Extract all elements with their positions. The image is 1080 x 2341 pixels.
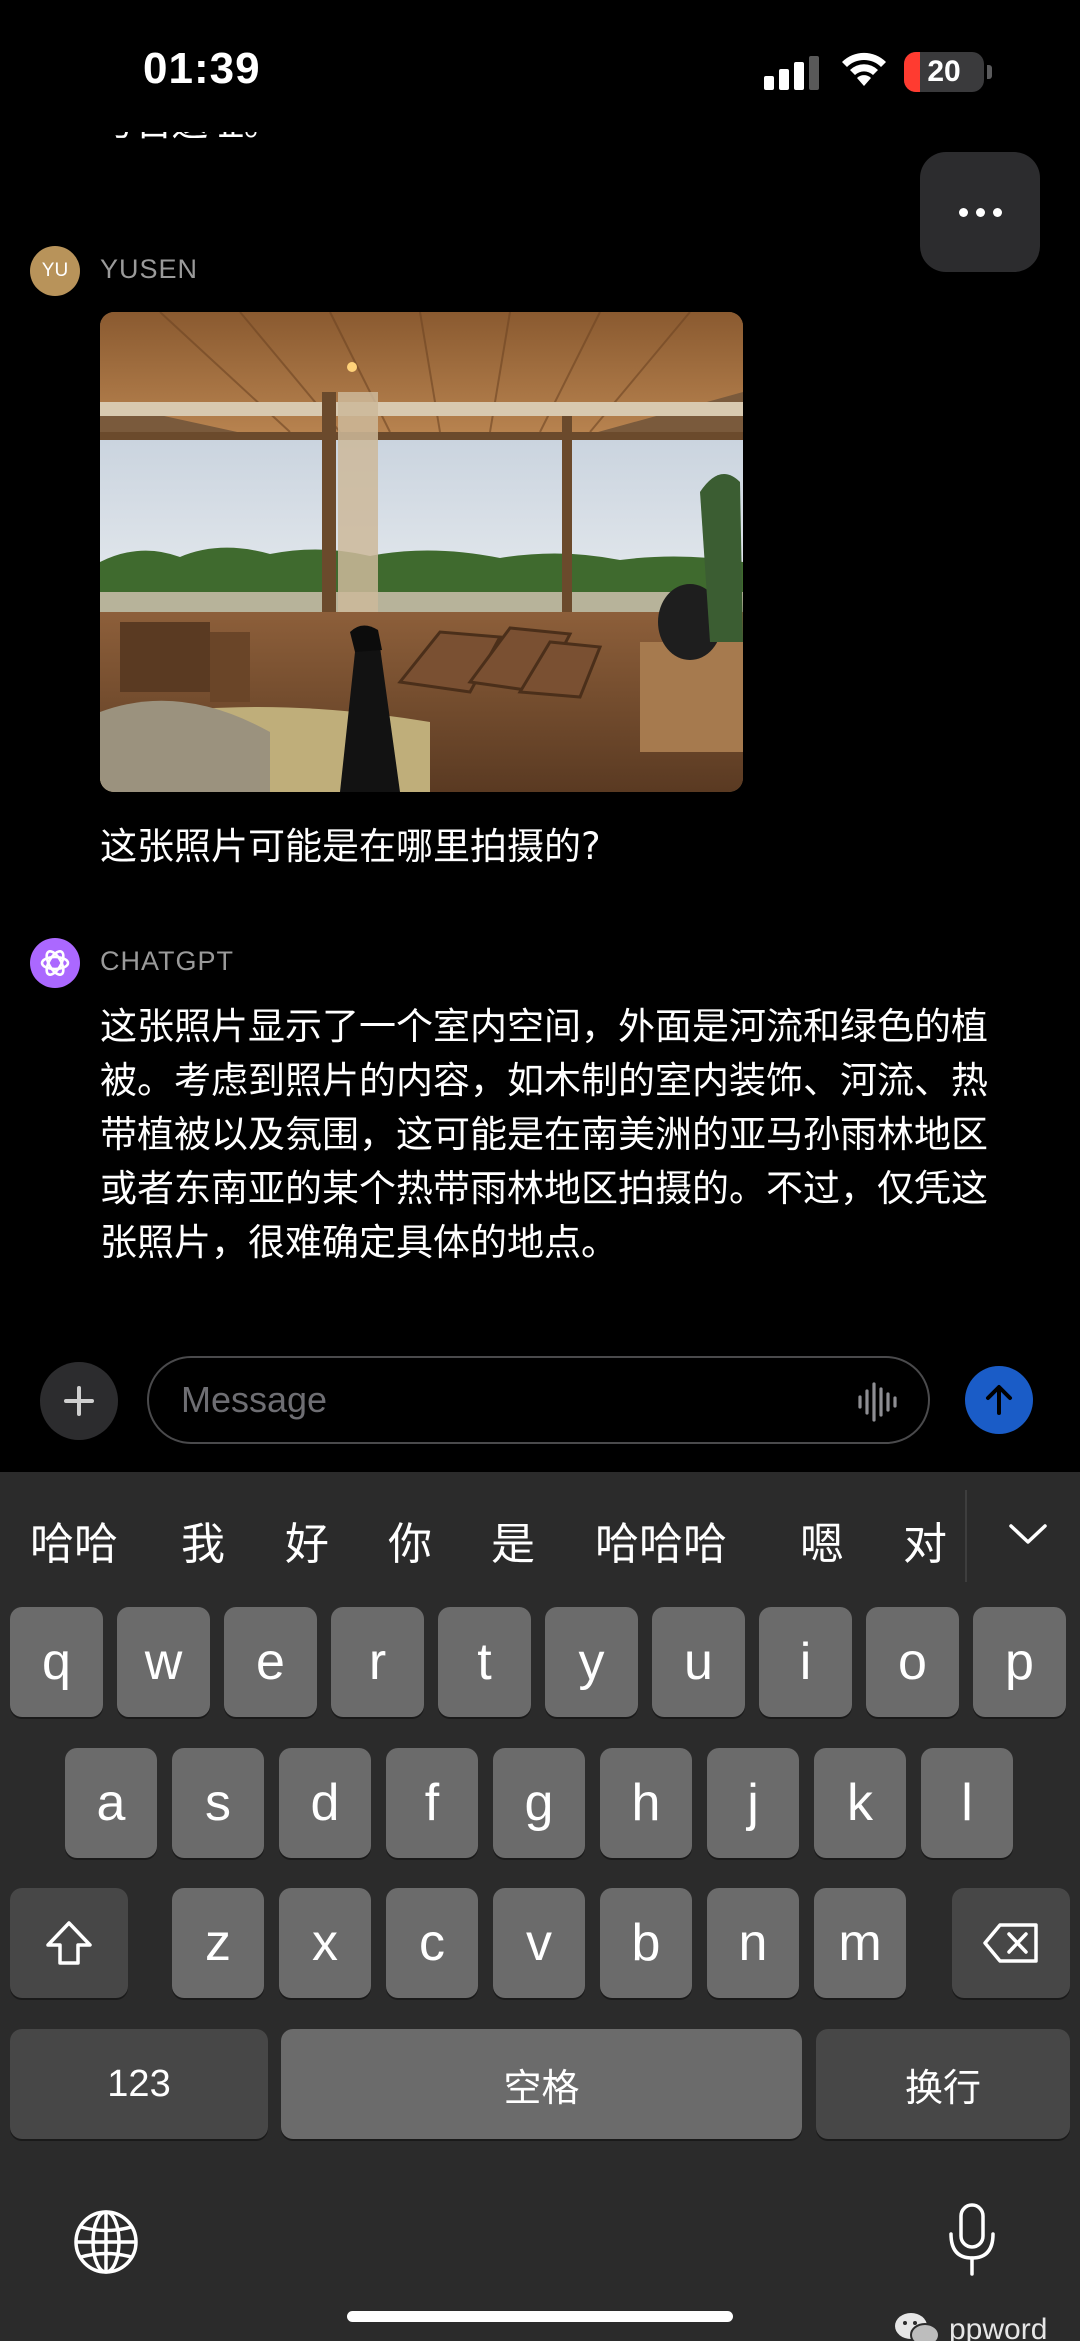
- key-q[interactable]: q: [10, 1607, 103, 1717]
- voice-waveform-icon[interactable]: [856, 1380, 900, 1424]
- backspace-icon: [983, 1923, 1038, 1963]
- key-h[interactable]: h: [600, 1748, 692, 1858]
- key-s[interactable]: s: [172, 1748, 264, 1858]
- battery-level-text: 20: [927, 55, 961, 88]
- key-c[interactable]: c: [386, 1888, 478, 1998]
- status-bar: 01:39 20: [0, 0, 1080, 140]
- shift-key[interactable]: [10, 1888, 128, 1998]
- home-indicator[interactable]: [347, 2311, 733, 2322]
- more-options-button[interactable]: [920, 152, 1040, 272]
- key-f[interactable]: f: [386, 1748, 478, 1858]
- attached-photo[interactable]: [100, 312, 743, 792]
- key-l[interactable]: l: [921, 1748, 1013, 1858]
- candidate-word[interactable]: 哈哈: [30, 1508, 118, 1572]
- candidate-word[interactable]: 你: [388, 1508, 432, 1572]
- key-m[interactable]: m: [814, 1888, 906, 1998]
- previous-message-fragment: 考古遗址。: [100, 132, 700, 170]
- numbers-key[interactable]: 123: [10, 2029, 268, 2139]
- key-r[interactable]: r: [331, 1607, 424, 1717]
- status-time: 01:39: [143, 44, 261, 93]
- keyboard: 哈哈 我 好 你 是 哈哈哈 嗯 对 q w e r t y u i o p a…: [0, 1472, 1080, 2341]
- key-g[interactable]: g: [493, 1748, 585, 1858]
- key-z[interactable]: z: [172, 1888, 264, 1998]
- cellular-signal-icon: [764, 56, 819, 90]
- chatgpt-avatar: [30, 938, 80, 988]
- candidate-word[interactable]: 哈哈哈: [595, 1508, 727, 1572]
- microphone-icon[interactable]: [946, 2202, 998, 2278]
- arrow-up-icon: [986, 1385, 1012, 1415]
- candidate-word[interactable]: 嗯: [800, 1508, 844, 1572]
- candidate-word[interactable]: 好: [285, 1508, 329, 1572]
- key-o[interactable]: o: [866, 1607, 959, 1717]
- candidate-word[interactable]: 是: [491, 1508, 535, 1572]
- user-name: YUSEN: [100, 254, 199, 284]
- candidate-word[interactable]: 我: [181, 1508, 225, 1572]
- more-dots-icon: [958, 207, 968, 217]
- chevron-down-icon: [1009, 1524, 1047, 1544]
- globe-icon[interactable]: [72, 2208, 140, 2276]
- key-p[interactable]: p: [973, 1607, 1066, 1717]
- plus-icon: [64, 1386, 94, 1416]
- battery-indicator: 20: [904, 52, 992, 92]
- key-t[interactable]: t: [438, 1607, 531, 1717]
- user-avatar: YU: [30, 246, 80, 296]
- key-b[interactable]: b: [600, 1888, 692, 1998]
- key-u[interactable]: u: [652, 1607, 745, 1717]
- user-message: 这张照片可能是在哪里拍摄的?: [100, 825, 601, 868]
- key-e[interactable]: e: [224, 1607, 317, 1717]
- watermark: ppword: [893, 2311, 1047, 2341]
- assistant-message: 这张照片显示了一个室内空间，外面是河流和绿色的植被。考虑到照片的内容，如木制的室…: [100, 1005, 988, 1264]
- send-button[interactable]: [965, 1366, 1033, 1434]
- assistant-name: CHATGPT: [100, 946, 234, 976]
- backspace-key[interactable]: [952, 1888, 1070, 1998]
- key-j[interactable]: j: [707, 1748, 799, 1858]
- key-i[interactable]: i: [759, 1607, 852, 1717]
- wechat-logo-icon: [895, 2313, 940, 2341]
- wifi-icon: [842, 52, 886, 86]
- candidate-bar: 哈哈 我 好 你 是 哈哈哈 嗯 对: [0, 1472, 1080, 1602]
- key-w[interactable]: w: [117, 1607, 210, 1717]
- message-field[interactable]: [147, 1356, 930, 1444]
- message-input[interactable]: [181, 1358, 861, 1442]
- key-d[interactable]: d: [279, 1748, 371, 1858]
- attach-button[interactable]: [40, 1362, 118, 1440]
- key-a[interactable]: a: [65, 1748, 157, 1858]
- key-y[interactable]: y: [545, 1607, 638, 1717]
- key-v[interactable]: v: [493, 1888, 585, 1998]
- key-x[interactable]: x: [279, 1888, 371, 1998]
- collapse-candidates-button[interactable]: [998, 1504, 1058, 1564]
- openai-logo-icon: [40, 950, 70, 976]
- shift-icon: [46, 1921, 92, 1965]
- candidate-word[interactable]: 对: [903, 1508, 947, 1572]
- space-key[interactable]: 空格: [281, 2029, 802, 2139]
- key-k[interactable]: k: [814, 1748, 906, 1858]
- key-n[interactable]: n: [707, 1888, 799, 1998]
- return-key[interactable]: 换行: [816, 2029, 1070, 2139]
